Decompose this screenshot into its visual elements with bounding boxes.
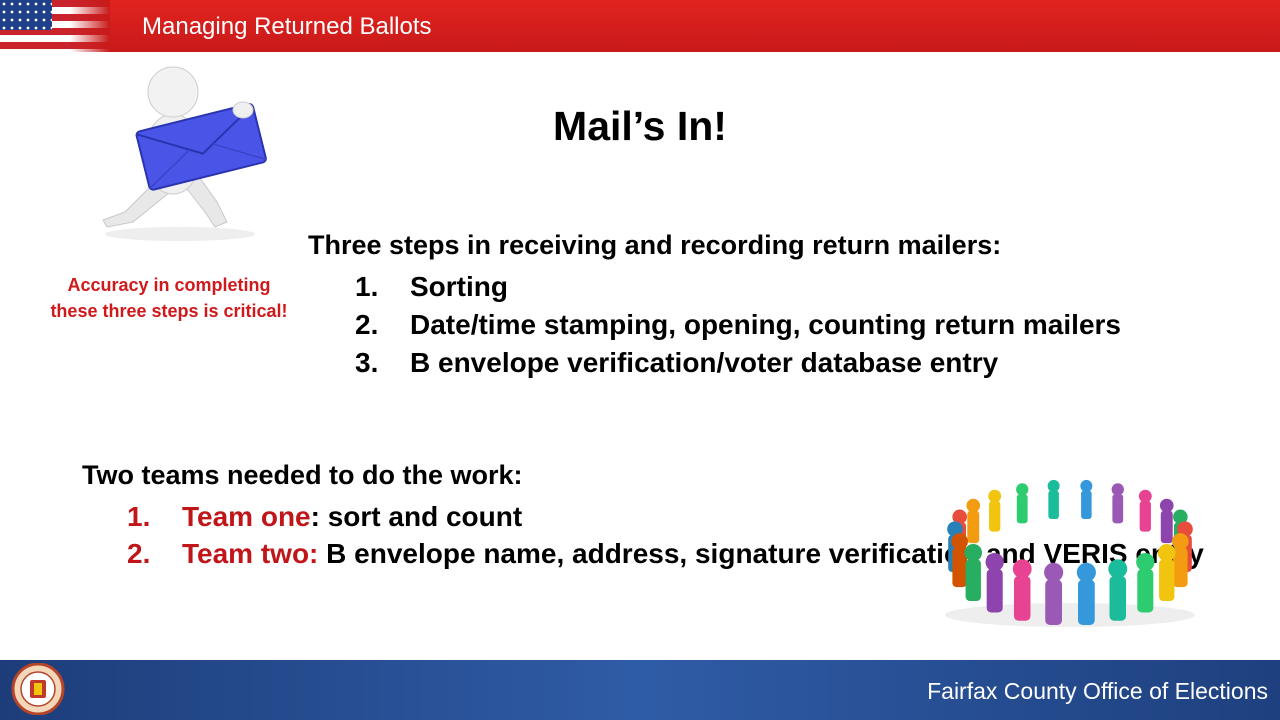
teams-heading: Two teams needed to do the work: (82, 460, 523, 490)
team-member (1044, 562, 1064, 626)
team-circle-figure (945, 479, 1195, 627)
list-item: 2. Date/time stamping, opening, counting… (355, 306, 1121, 344)
list-number: 1. (127, 501, 151, 532)
list-number: 2. (355, 309, 379, 340)
team-name: Team one (182, 501, 311, 532)
mail-carrier-figure (102, 66, 267, 241)
us-flag-icon (0, 0, 110, 52)
accuracy-note: Accuracy in completing these three steps… (50, 275, 288, 321)
team-member (951, 533, 968, 588)
team-member (966, 498, 981, 544)
list-item: 1. Sorting (355, 268, 1121, 306)
list-text: Date/time stamping, opening, counting re… (410, 309, 1121, 340)
team-member (1012, 559, 1032, 621)
team-member (1136, 552, 1155, 613)
team-member (1047, 479, 1060, 520)
team-member (985, 552, 1004, 613)
steps-heading: Three steps in receiving and recording r… (308, 230, 1002, 260)
steps-list: 1. Sorting 2. Date/time stamping, openin… (355, 268, 1121, 382)
county-seal-icon (11, 663, 65, 715)
team-member (1108, 559, 1128, 621)
team-member (1076, 562, 1096, 626)
header-title: Managing Returned Ballots (142, 13, 432, 40)
footer-org-name: Fairfax County Office of Elections (927, 678, 1268, 704)
team-member (964, 543, 983, 602)
list-text: B envelope verification/voter database e… (410, 347, 999, 378)
list-number: 3. (355, 347, 379, 378)
list-item: 3. B envelope verification/voter databas… (355, 344, 1121, 382)
team-member (988, 489, 1002, 532)
team-member (1159, 498, 1174, 544)
team-member (1157, 543, 1176, 602)
team-member (1172, 533, 1189, 588)
list-number: 1. (355, 271, 379, 302)
list-text: Sorting (410, 271, 508, 302)
team-member (1016, 483, 1029, 524)
team-member (1080, 479, 1093, 520)
slide-title: Mail’s In! (553, 103, 727, 149)
list-number: 2. (127, 538, 151, 569)
team-name: Team two: (182, 538, 319, 569)
team-member (1111, 483, 1124, 524)
list-text: : sort and count (310, 501, 523, 532)
team-member (1138, 489, 1152, 532)
